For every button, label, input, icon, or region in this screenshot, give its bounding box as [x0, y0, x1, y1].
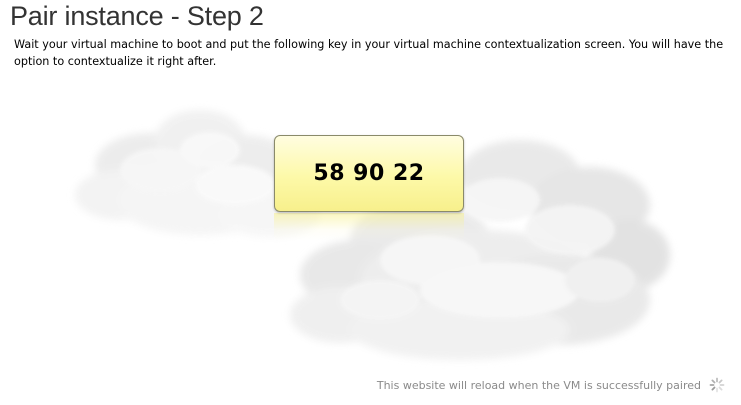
page-title: Pair instance - Step 2 — [10, 1, 264, 31]
pairing-key-reflection — [274, 213, 464, 241]
reload-status: This website will reload when the VM is … — [377, 377, 725, 393]
pairing-key-box: 58 90 22 — [274, 135, 464, 212]
reload-status-message: This website will reload when the VM is … — [376, 378, 701, 392]
loading-spinner-icon — [709, 377, 725, 393]
pairing-key-value: 58 90 22 — [313, 161, 425, 186]
pairing-instructions: Wait your virtual machine to boot and pu… — [14, 38, 724, 68]
